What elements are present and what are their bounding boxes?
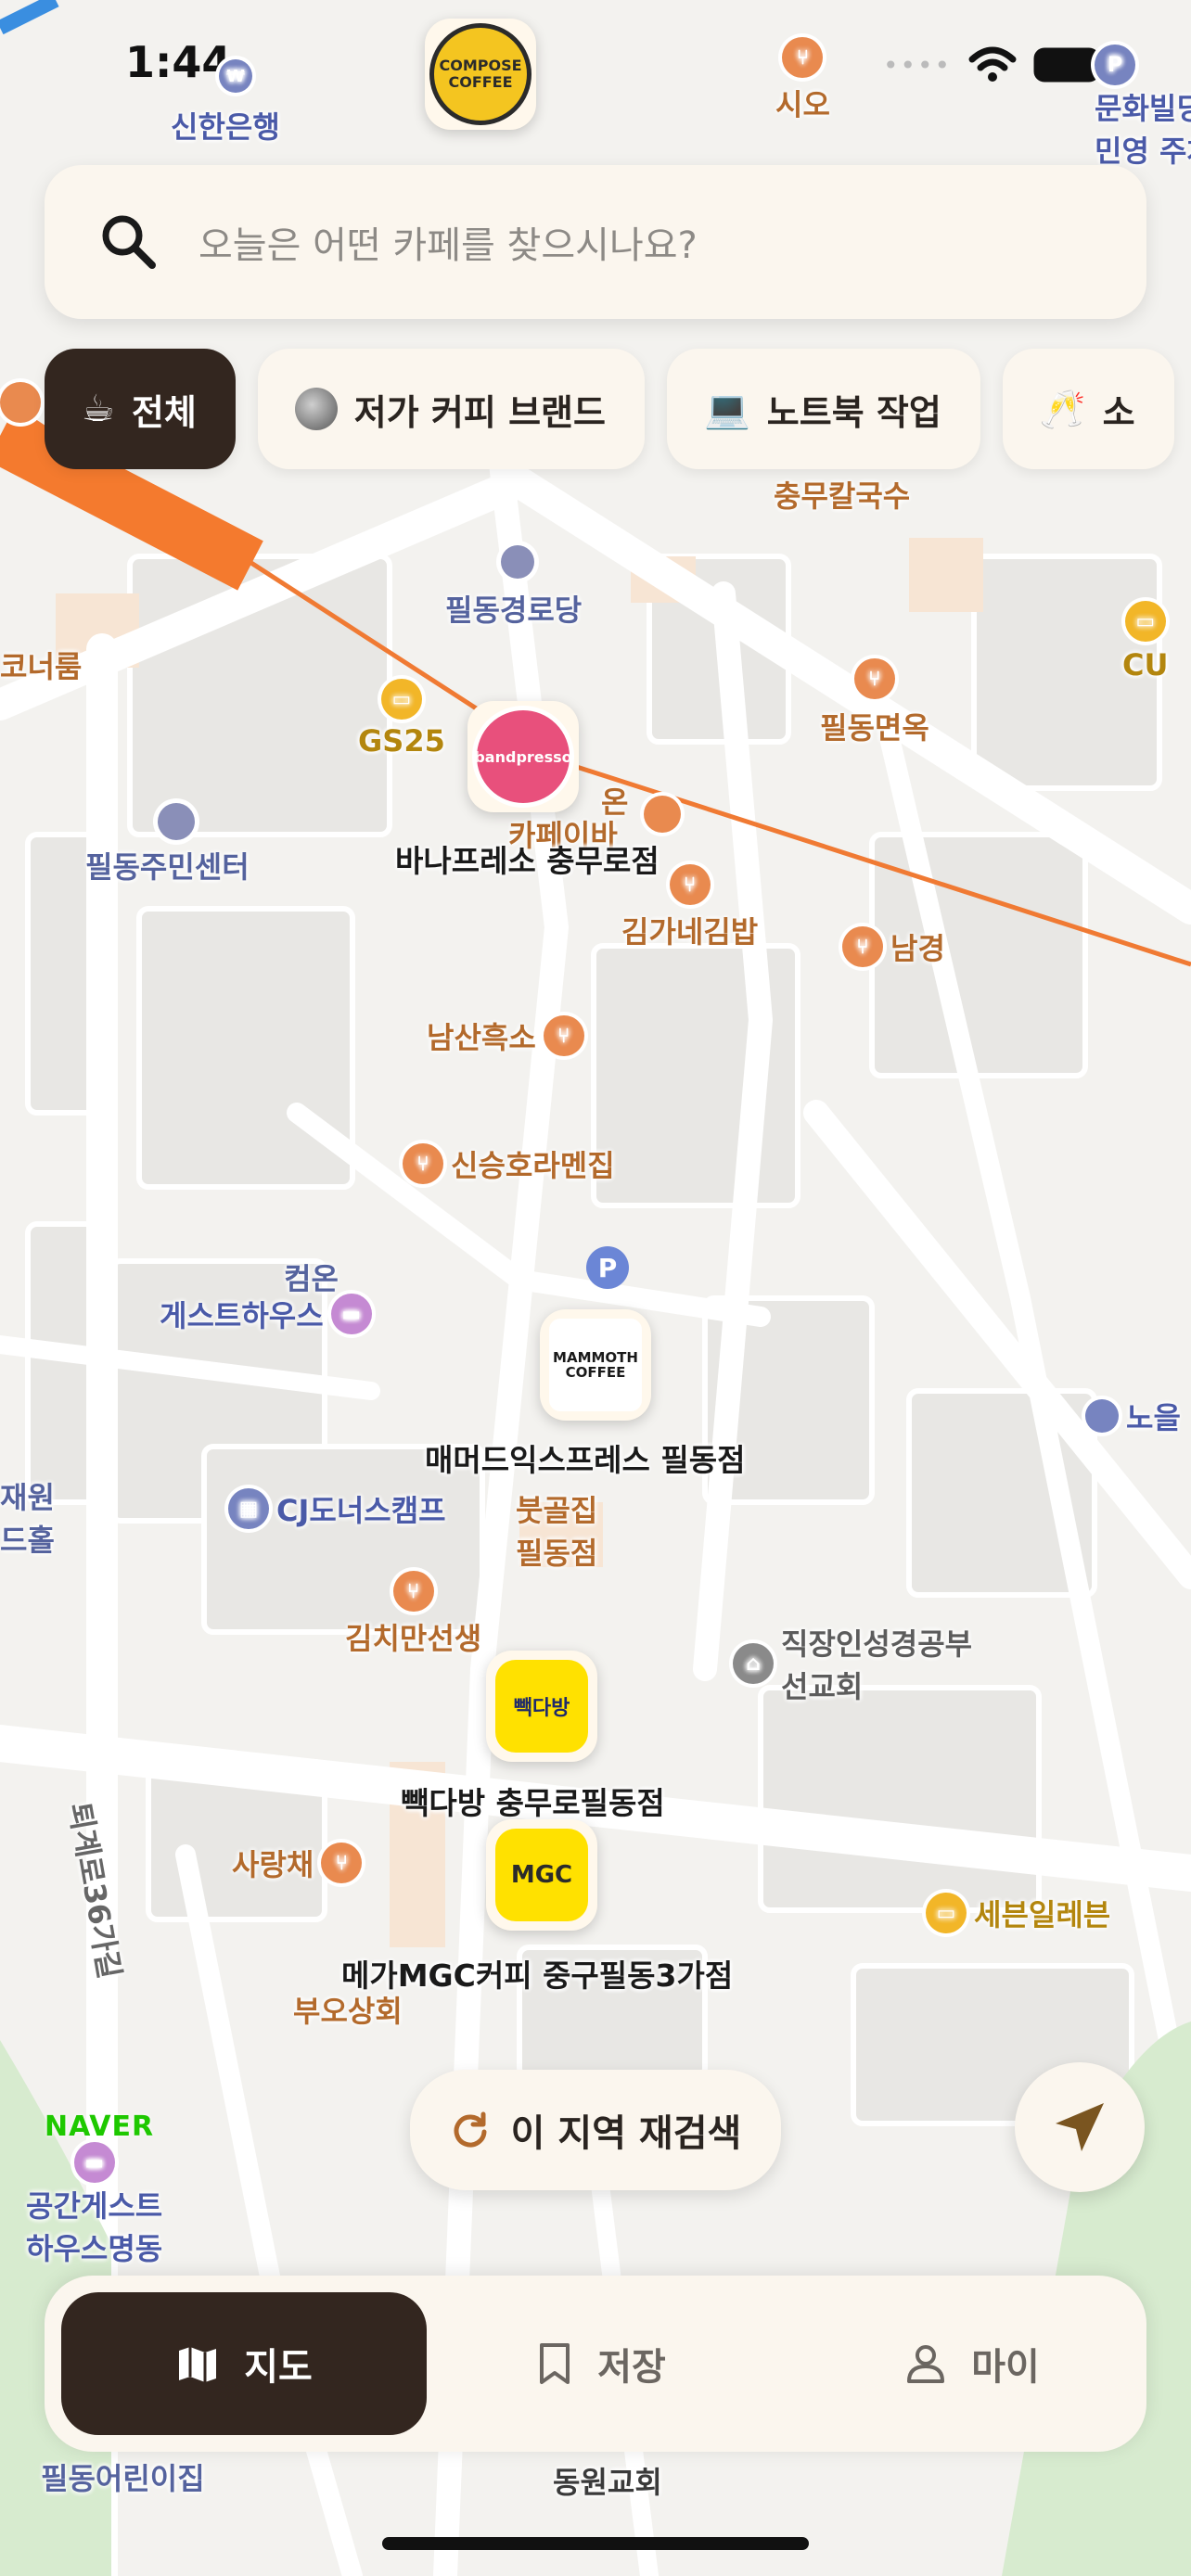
label-jaewon: 재원 드홀 — [0, 1480, 55, 1558]
convenience-store-icon: ▭ — [380, 679, 422, 720]
restaurant-icon: ⑂ — [392, 1571, 434, 1612]
poi-munhwa-parking[interactable]: P 문화빌딩 민영 주차 — [1095, 45, 1191, 171]
search-bar[interactable]: 오늘은 어떤 카페를 찾으시나요? — [45, 165, 1146, 319]
tab-my[interactable]: 마이 — [852, 2292, 1093, 2435]
label-pildong-kindergarten: 필동어린이집 — [41, 2461, 205, 2496]
status-icons: •••• — [883, 46, 1108, 83]
poi-pildong-myeonok[interactable]: ⑂ 필동면옥 — [820, 658, 929, 747]
poi-kimchi[interactable]: ⑂ 김치만선생 — [345, 1571, 481, 1658]
cafe-marker-paikdabang[interactable]: 빽다방 — [486, 1651, 597, 1762]
restaurant-icon: ⑂ — [543, 1015, 584, 1056]
bandpresso-logo: bandpresso — [472, 706, 574, 808]
location-arrow-icon — [1056, 2103, 1104, 2151]
filter-chips: ☕ 전체 저가 커피 브랜드 💻 노트북 작업 🥂 소 — [45, 349, 1174, 469]
laptop-icon: 💻 — [703, 388, 750, 431]
mammoth-coffee-logo: MAMMOTH COFFEE — [549, 1319, 642, 1411]
restaurant-icon: ⑂ — [321, 1843, 363, 1883]
poi-guesthouse[interactable]: 게스트하우스 ▬ — [160, 1293, 372, 1335]
compose-coffee-logo: COMPOSE COFFEE — [429, 23, 531, 125]
restaurant-icon: ⑂ — [782, 37, 824, 78]
poi-sarangchae[interactable]: 사랑채 ⑂ — [232, 1842, 363, 1884]
signal-icon: •••• — [882, 49, 952, 81]
label-chungmu-kalguksu: 충무칼국수 — [774, 478, 911, 514]
bottom-tab-bar: 지도 저장 마이 — [45, 2276, 1146, 2452]
wifi-icon — [968, 46, 1017, 82]
map-icon — [179, 2347, 217, 2382]
building-icon: ▦ — [228, 1488, 269, 1529]
label-bukgoljip: 붓골집 필동점 — [516, 1493, 598, 1571]
restaurant-icon: ⑂ — [842, 926, 883, 967]
paikdabang-logo: 빽다방 — [495, 1660, 588, 1753]
restaurant-icon: ⑂ — [853, 658, 895, 699]
poi-sio[interactable]: ⑂ 시오 — [775, 37, 830, 124]
cafe-caption-mammoth: 매머드익스프레스 필동점 — [425, 1442, 746, 1478]
refresh-icon — [454, 2111, 487, 2148]
bed-icon: ▬ — [73, 2142, 115, 2183]
label-dongwon-church: 동원교회 — [553, 2465, 662, 2500]
parking-icon: P — [1095, 45, 1135, 85]
cafe-marker-mega[interactable]: MGC — [486, 1819, 597, 1931]
mega-mgc-logo: MGC — [495, 1829, 588, 1921]
convenience-store-icon: ▭ — [1124, 601, 1166, 642]
government-icon — [158, 803, 195, 840]
naver-logo: NAVER — [45, 2111, 155, 2143]
coffee-cup-icon: ☕ — [82, 388, 115, 430]
label-on: 온 — [601, 784, 629, 820]
poi-gs25[interactable]: ▭ GS25 — [358, 679, 445, 759]
bookmark-icon — [540, 2343, 570, 2384]
parking-icon: P — [586, 1246, 629, 1289]
poi-cj[interactable]: ▦ CJ도너스캠프 — [228, 1487, 446, 1530]
bed-icon: ▬ — [330, 1294, 372, 1334]
senior-center-icon — [501, 545, 534, 579]
cafe-caption-mega: 메가MGC커피 중구필동3가점 — [341, 1958, 734, 1994]
poi-seven-eleven[interactable]: ▭ 세븐일레븐 — [926, 1892, 1110, 1934]
poi-shinhan-bank[interactable]: ₩ 신한은행 — [171, 56, 280, 147]
cafe-marker-bandpresso[interactable]: bandpresso — [467, 701, 579, 812]
restaurant-icon: ⑂ — [403, 1143, 443, 1184]
tab-map[interactable]: 지도 — [61, 2292, 427, 2435]
cafe-caption-paikdabang: 빽다방 충무로필동점 — [401, 1785, 665, 1821]
tab-saved[interactable]: 저장 — [480, 2292, 722, 2435]
search-icon — [102, 215, 156, 269]
cafe-marker-compose[interactable]: COMPOSE COFFEE — [425, 19, 536, 130]
cafe-caption-bandpresso: 바나프레소 충무로점 — [395, 843, 660, 879]
chip-all[interactable]: ☕ 전체 — [45, 349, 236, 469]
coin-icon — [294, 388, 338, 430]
chip-budget-coffee[interactable]: 저가 커피 브랜드 — [257, 349, 645, 469]
label-community-center: 필동주민센터 — [85, 849, 250, 885]
research-area-button[interactable]: 이 지역 재검색 — [410, 2070, 781, 2190]
restaurant-icon: ⑂ — [669, 864, 711, 905]
convenience-store-icon: ▭ — [926, 1893, 967, 1933]
poi-jikjang[interactable]: ⌂ 직장인성경공부 선교회 — [733, 1621, 972, 1706]
poi-namgyeong[interactable]: ⑂ 남경 — [842, 925, 945, 968]
label-pildong-gyeongrodang: 필동경로당 — [445, 593, 583, 628]
bank-icon: ₩ — [219, 59, 252, 93]
restaurant-icon — [0, 382, 41, 423]
church-icon: ⌂ — [733, 1643, 774, 1684]
poi-namsan-heukso[interactable]: 남산흑소 ⑂ — [427, 1014, 584, 1057]
poi-noeul[interactable]: 노을 — [1085, 1395, 1181, 1437]
poi-gonggan-guesthouse[interactable]: ▬ 공간게스트 하우스명동 — [26, 2142, 162, 2268]
glasses-icon: 🥂 — [1039, 388, 1086, 431]
my-location-button[interactable] — [1015, 2062, 1145, 2192]
chip-drinks[interactable]: 🥂 소 — [1002, 349, 1174, 469]
status-time: 1:44 — [125, 37, 232, 87]
place-icon — [1085, 1399, 1119, 1433]
poi-shinseung[interactable]: ⑂ 신승호라멘집 — [403, 1142, 615, 1185]
home-indicator[interactable] — [382, 2537, 809, 2550]
search-placeholder: 오늘은 어떤 카페를 찾으시나요? — [198, 224, 698, 267]
chip-laptop-work[interactable]: 💻 노트북 작업 — [666, 349, 980, 469]
cafe-marker-mammoth[interactable]: MAMMOTH COFFEE — [540, 1309, 651, 1421]
label-corner: 코너룸 — [0, 649, 83, 684]
poi-cu[interactable]: ▭ CU — [1122, 601, 1168, 682]
cafe-icon — [644, 796, 681, 833]
person-icon — [907, 2345, 945, 2383]
